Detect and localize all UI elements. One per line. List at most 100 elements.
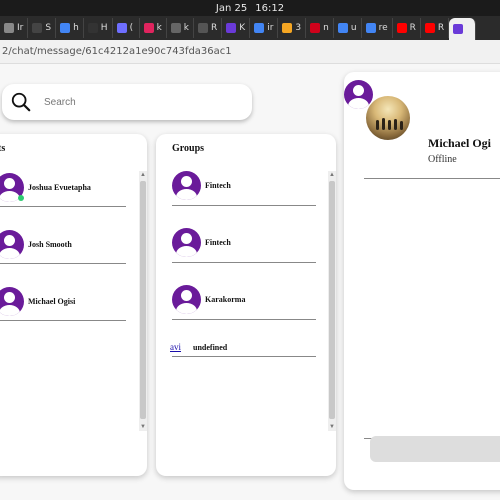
browser-tab[interactable]: H <box>84 18 113 38</box>
tab-favicon-icon <box>396 23 407 33</box>
tab-favicon-icon <box>198 23 209 33</box>
tab-favicon-icon <box>170 23 181 33</box>
tab-label: ( <box>129 23 134 33</box>
chat-app: Search ts Joshua Evuetapha Josh Smooth M… <box>0 64 500 500</box>
browser-tab[interactable]: ( <box>113 18 140 38</box>
tab-favicon-icon <box>87 23 98 33</box>
address-bar[interactable]: 2/chat/message/61c4212a1e90c743fda36ac1 <box>0 40 500 64</box>
browser-tab[interactable]: h <box>56 18 84 38</box>
browser-tab[interactable]: 3 <box>278 18 307 38</box>
user-avatar[interactable] <box>344 80 373 109</box>
scroll-up-icon[interactable]: ▲ <box>139 171 147 179</box>
avatar <box>0 230 24 259</box>
contact-photo <box>366 96 410 140</box>
browser-tab[interactable]: ir <box>250 18 279 38</box>
broken-image-icon: avi <box>170 342 181 352</box>
group-item[interactable]: Fintech <box>172 171 231 200</box>
tab-favicon-icon <box>116 23 127 33</box>
contact-name: Michael Ogisi <box>28 297 76 306</box>
tab-favicon-icon <box>310 23 321 33</box>
tab-favicon-icon <box>4 23 14 33</box>
tab-label: h <box>73 23 79 33</box>
browser-tab[interactable]: S <box>28 18 57 38</box>
tab-label: K <box>239 23 246 33</box>
scroll-thumb[interactable] <box>329 181 335 419</box>
tab-label: R <box>211 23 218 33</box>
browser-tab[interactable]: R <box>393 18 421 38</box>
tab-label: k <box>156 23 162 33</box>
group-name: Karakorma <box>205 295 246 304</box>
avatar <box>172 171 201 200</box>
tab-favicon-icon <box>143 23 154 33</box>
divider <box>172 262 316 263</box>
scroll-up-icon[interactable]: ▲ <box>328 171 336 179</box>
os-top-bar: Jan 25 16:12 <box>0 0 500 16</box>
tab-label: Ir <box>17 23 24 33</box>
browser-tab[interactable]: R <box>194 18 223 38</box>
chat-contact-name: Michael Ogi <box>428 136 491 150</box>
tab-favicon-icon <box>60 23 71 33</box>
group-name: undefined <box>193 342 228 352</box>
groups-title: Groups <box>172 143 205 154</box>
os-time: 16:12 <box>255 2 285 14</box>
browser-tab[interactable]: re <box>362 18 393 38</box>
browser-tab[interactable] <box>449 18 477 40</box>
divider <box>364 178 500 179</box>
contact-name: Joshua Evuetapha <box>28 183 91 192</box>
tab-label: 3 <box>295 23 302 33</box>
group-item[interactable]: Fintech <box>172 228 231 257</box>
tab-favicon-icon <box>337 23 348 33</box>
divider <box>172 319 316 320</box>
tab-label: H <box>100 23 108 33</box>
contacts-panel: ts Joshua Evuetapha Josh Smooth Michael … <box>0 134 147 476</box>
groups-panel: Groups Fintech Fintech Karakorma avi und… <box>156 134 336 476</box>
contacts-title: ts <box>0 143 6 154</box>
tab-label: u <box>350 23 357 33</box>
browser-tab[interactable]: K <box>222 18 251 38</box>
groups-scrollbar[interactable]: ▲ ▼ <box>328 171 336 431</box>
search-bar[interactable]: Search <box>2 84 252 120</box>
scroll-down-icon[interactable]: ▼ <box>139 423 147 431</box>
divider <box>172 205 316 206</box>
tab-label: k <box>183 23 190 33</box>
avatar <box>172 228 201 257</box>
tab-favicon-icon <box>32 23 43 33</box>
online-indicator <box>18 195 24 201</box>
tab-label: re <box>378 23 388 33</box>
browser-tab[interactable]: u <box>334 18 362 38</box>
divider <box>172 356 316 357</box>
tab-favicon-icon <box>424 23 435 33</box>
contact-name: Josh Smooth <box>28 240 72 249</box>
divider <box>0 206 126 207</box>
tab-label: R <box>409 23 416 33</box>
chat-status: Offline <box>428 154 457 165</box>
group-item[interactable]: avi undefined <box>170 342 227 352</box>
tab-favicon-icon <box>453 24 464 34</box>
contacts-scrollbar[interactable]: ▲ ▼ <box>139 171 147 431</box>
url-text[interactable]: 2/chat/message/61c4212a1e90c743fda36ac1 <box>2 46 232 57</box>
tab-label: n <box>323 23 329 33</box>
browser-tab[interactable]: k <box>167 18 195 38</box>
divider <box>0 320 126 321</box>
tab-label: S <box>45 23 52 33</box>
contact-item[interactable]: Josh Smooth <box>0 230 72 259</box>
browser-tab[interactable]: R <box>421 18 450 38</box>
browser-tab[interactable]: n <box>306 18 334 38</box>
group-item[interactable]: Karakorma <box>172 285 245 314</box>
message-input[interactable] <box>370 436 500 462</box>
contact-item[interactable]: Joshua Evuetapha <box>0 173 91 202</box>
search-icon[interactable] <box>10 91 32 113</box>
tab-favicon-icon <box>365 23 376 33</box>
browser-tab[interactable]: k <box>140 18 167 38</box>
browser-tab-strip: Ir Sh H (k k R Kir 3 n u re R R <box>0 16 500 40</box>
browser-tab[interactable]: Ir <box>0 18 29 38</box>
group-name: Fintech <box>205 181 231 190</box>
chat-panel: Michael Ogi Offline <box>344 72 500 490</box>
scroll-down-icon[interactable]: ▼ <box>328 423 336 431</box>
contact-item[interactable]: Michael Ogisi <box>0 287 75 316</box>
search-input[interactable]: Search <box>44 97 76 108</box>
group-name: Fintech <box>205 238 231 247</box>
os-date: Jan 25 <box>215 2 248 14</box>
divider <box>0 263 126 264</box>
scroll-thumb[interactable] <box>140 181 146 419</box>
